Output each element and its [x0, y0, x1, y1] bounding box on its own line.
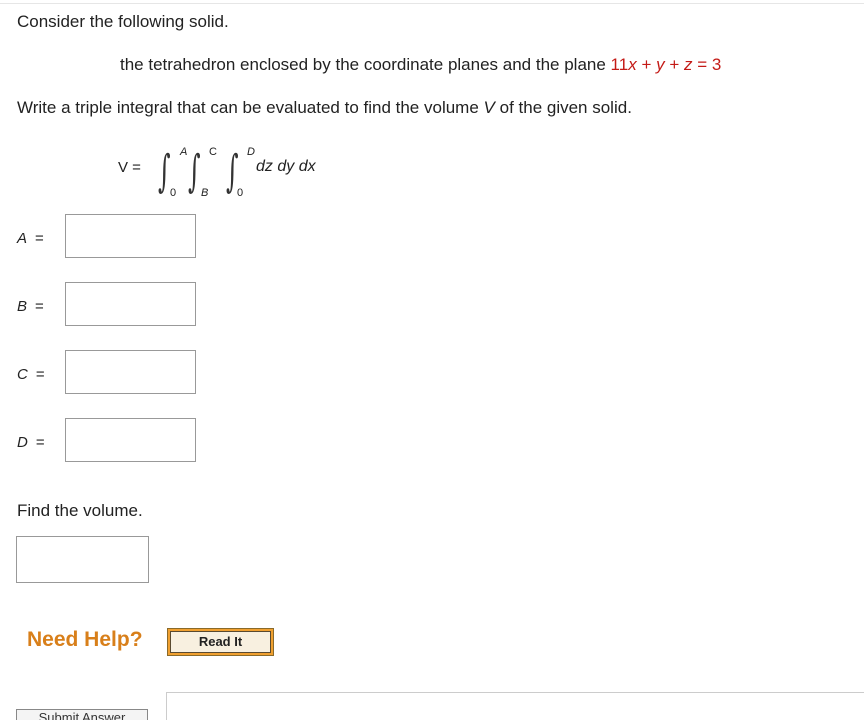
instruction-text: Write a triple integral that can be eval…: [17, 98, 632, 117]
read-it-button[interactable]: Read It: [167, 628, 274, 656]
lower-limit-3: 0: [237, 187, 244, 199]
lower-limit-1: 0: [170, 187, 177, 199]
integral-sign-2: ∫: [188, 146, 201, 197]
volume-input[interactable]: [16, 536, 149, 583]
integral-sign-1: ∫: [158, 146, 171, 197]
label-c: C =: [17, 366, 45, 383]
top-divider: [0, 3, 864, 4]
upper-limit-a: A: [180, 146, 188, 158]
answer-d-input[interactable]: [65, 418, 196, 462]
answer-b-input[interactable]: [65, 282, 196, 326]
upper-limit-d: D: [247, 146, 255, 158]
label-d: D =: [17, 434, 45, 451]
solid-prefix: the tetrahedron enclosed by the coordina…: [120, 55, 606, 74]
need-help-label: Need Help?: [27, 628, 143, 651]
lower-limit-b: B: [201, 187, 209, 199]
read-it-label: Read It: [170, 631, 271, 653]
answer-a-input[interactable]: [65, 214, 196, 258]
answer-c-input[interactable]: [65, 350, 196, 394]
label-b: B =: [17, 298, 44, 315]
solid-description: the tetrahedron enclosed by the coordina…: [120, 55, 721, 75]
intro-text: Consider the following solid.: [17, 12, 229, 31]
plane-equation: 11x + y + z = 3: [610, 55, 722, 74]
submit-answer-button[interactable]: Submit Answer: [16, 709, 148, 720]
volume-prompt: Find the volume.: [17, 501, 143, 520]
bottom-panel: [166, 692, 864, 720]
differentials: dz dy dx: [256, 158, 316, 175]
upper-limit-c: C: [209, 146, 217, 158]
label-a: A =: [17, 230, 44, 247]
volume-label: V =: [118, 159, 141, 176]
